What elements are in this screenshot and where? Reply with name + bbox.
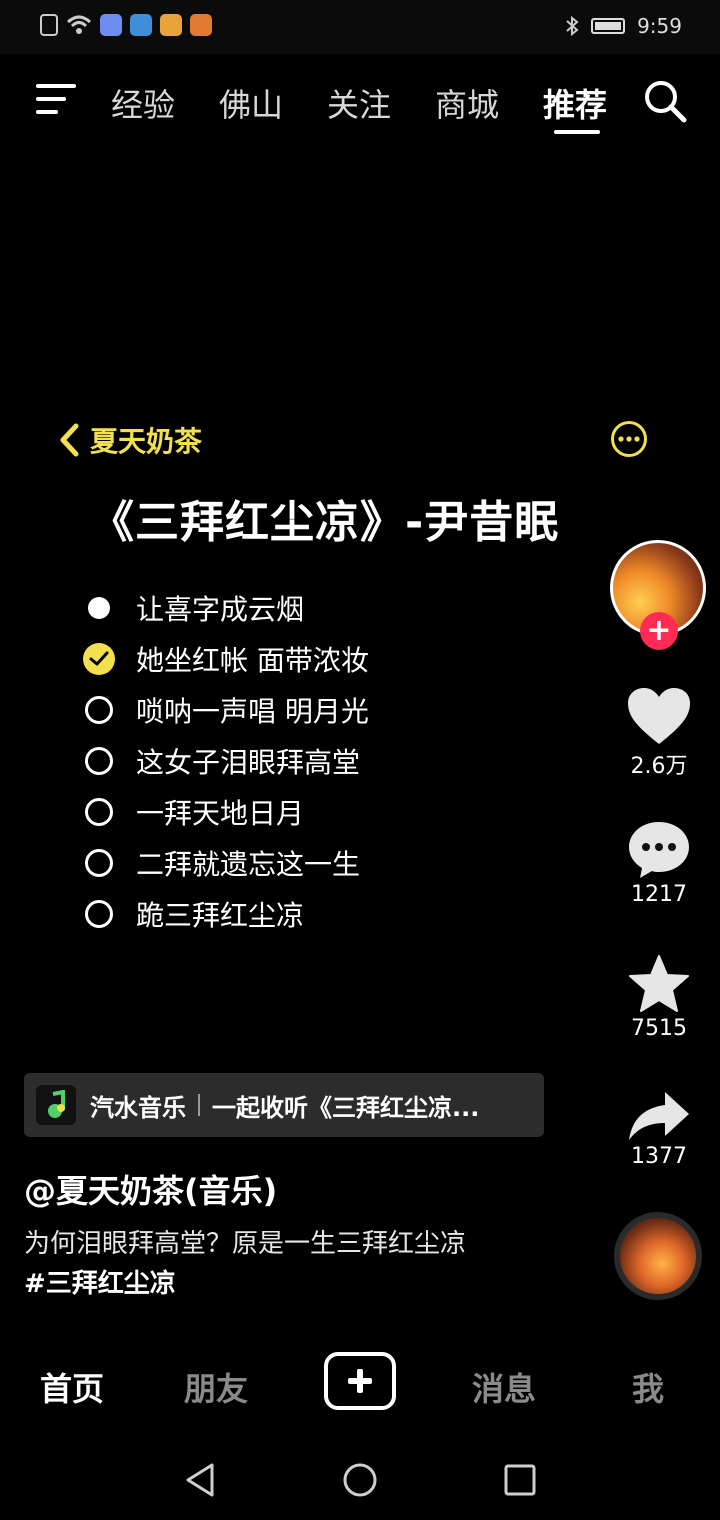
comment-count: 1217: [631, 882, 687, 907]
empty-circle-icon: [82, 695, 116, 724]
lyric-text: 二拜就遗忘这一生: [136, 847, 361, 881]
lyric-line: 二拜就遗忘这一生: [82, 837, 369, 888]
status-icons-right: 9:59: [565, 14, 682, 38]
comment-button[interactable]: 1217: [609, 818, 709, 907]
lyric-text: 唢呐一声唱 明月光: [136, 694, 369, 728]
heart-icon: [628, 688, 690, 744]
star-icon: [629, 955, 689, 1012]
bottom-nav: 首页 朋友 消息 我: [0, 1340, 720, 1430]
menu-icon[interactable]: [36, 82, 76, 116]
post-description: 为何泪眼拜高堂？原是一生三拜红尘凉 #三拜红尘凉: [24, 1224, 584, 1304]
description-text: 为何泪眼拜高堂？原是一生三拜红尘凉: [24, 1229, 467, 1259]
bullet-dot-icon: [82, 596, 116, 619]
share-button[interactable]: 1377: [609, 1090, 709, 1169]
favorite-button[interactable]: 7515: [609, 954, 709, 1041]
empty-circle-icon: [82, 899, 116, 928]
app-notification-icon: [130, 14, 152, 36]
lyric-line: 一拜天地日月: [82, 786, 369, 837]
tab-recommended[interactable]: 推荐: [543, 80, 607, 126]
battery-icon: [591, 18, 626, 34]
lyric-line: 让喜字成云烟: [82, 582, 369, 633]
lyric-line: 唢呐一声唱 明月光: [82, 684, 369, 735]
top-nav: 经验 佛山 关注 商城 推荐: [0, 60, 720, 140]
search-icon[interactable]: [642, 78, 688, 124]
music-bar[interactable]: 汽水音乐 一起收听《三拜红尘凉...: [24, 1073, 544, 1137]
lyric-text: 一拜天地日月: [136, 796, 305, 830]
comment-icon: [629, 822, 689, 878]
more-options-icon[interactable]: [610, 420, 648, 458]
empty-circle-icon: [82, 848, 116, 877]
status-icons-left: [40, 14, 212, 36]
follow-plus-icon[interactable]: +: [640, 612, 678, 650]
playlist-name: 夏天奶茶: [90, 425, 203, 458]
like-button[interactable]: 2.6万: [609, 686, 709, 780]
share-arrow-icon: [629, 1092, 689, 1140]
lyric-list: 让喜字成云烟 她坐红帐 面带浓妆 唢呐一声唱 明月光 这女子泪眼拜高堂 一拜天地…: [82, 582, 369, 939]
system-nav-bar: [0, 1440, 720, 1520]
active-tab-indicator: [554, 130, 600, 134]
wifi-icon: [66, 15, 92, 34]
nav-me[interactable]: 我: [632, 1364, 664, 1410]
app-notification-icon: [190, 14, 212, 36]
check-icon: [82, 642, 116, 675]
divider: [198, 1094, 200, 1116]
nav-home[interactable]: 首页: [40, 1364, 104, 1410]
status-bar: 9:59: [0, 0, 720, 54]
recents-square-icon[interactable]: [504, 1464, 536, 1496]
lyric-text: 她坐红帐 面带浓妆: [136, 643, 369, 677]
bluetooth-icon: [566, 15, 579, 37]
favorite-count: 7515: [631, 1016, 687, 1041]
music-app-logo-icon: [36, 1085, 76, 1125]
music-track-label: 一起收听《三拜红尘凉...: [212, 1093, 480, 1122]
app-notification-icon: [100, 14, 122, 36]
status-time: 9:59: [637, 14, 682, 38]
tab-experience[interactable]: 经验: [111, 80, 175, 126]
tab-mall[interactable]: 商城: [435, 80, 499, 126]
lyric-text: 让喜字成云烟: [136, 592, 305, 626]
lyric-line: 她坐红帐 面带浓妆: [82, 633, 369, 684]
song-title: 《三拜红尘凉》-尹昔眠: [90, 497, 560, 548]
author-name[interactable]: @夏天奶茶(音乐): [24, 1166, 277, 1212]
lyric-line: 跪三拜红尘凉: [82, 888, 369, 939]
music-disc[interactable]: [614, 1212, 702, 1300]
alert-icon: [40, 14, 58, 36]
lyric-line: 这女子泪眼拜高堂: [82, 735, 369, 786]
chevron-left-icon: [60, 423, 79, 457]
empty-circle-icon: [82, 746, 116, 775]
hashtag-link[interactable]: #三拜红尘凉: [24, 1264, 584, 1304]
lyric-text: 跪三拜红尘凉: [136, 898, 305, 932]
nav-messages[interactable]: 消息: [472, 1364, 536, 1410]
lyric-text: 这女子泪眼拜高堂: [136, 745, 361, 779]
share-count: 1377: [631, 1144, 687, 1169]
empty-circle-icon: [82, 797, 116, 826]
app-notification-icon: [160, 14, 182, 36]
plus-icon: [348, 1369, 372, 1393]
back-triangle-icon[interactable]: [184, 1462, 216, 1498]
playlist-back-link[interactable]: 夏天奶茶: [58, 420, 202, 460]
home-circle-icon[interactable]: [342, 1462, 378, 1498]
nav-friends[interactable]: 朋友: [184, 1364, 248, 1410]
music-app-name: 汽水音乐: [90, 1093, 186, 1122]
tab-following[interactable]: 关注: [327, 80, 391, 126]
tab-foshan[interactable]: 佛山: [219, 80, 283, 126]
like-count: 2.6万: [630, 754, 688, 779]
create-post-button[interactable]: [324, 1352, 396, 1410]
